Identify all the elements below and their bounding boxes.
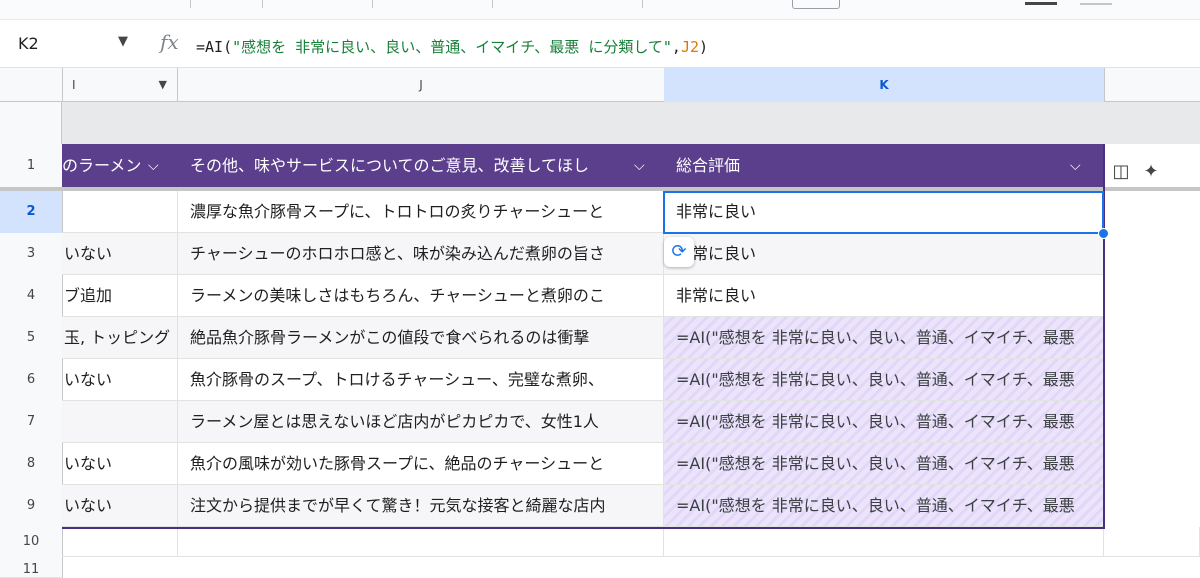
toolbar-divider (372, 0, 373, 8)
cell-k-row-6[interactable]: =AI("感想を 非常に良い、良い、普通、イマイチ、最悪 (664, 359, 1104, 401)
cell-k-row-4[interactable]: 非常に良い (664, 275, 1104, 317)
empty-cell[interactable] (664, 527, 1104, 557)
toolbar-divider (642, 0, 643, 8)
toolbar-strip (0, 0, 1200, 20)
cell-i-row-3[interactable]: いない (62, 233, 178, 275)
toolbar-divider (492, 0, 493, 8)
empty-cell[interactable] (1104, 527, 1200, 557)
chevron-down-icon[interactable]: ⌵ (1070, 144, 1081, 188)
row-number[interactable]: 1 (0, 144, 63, 189)
cell-j-row-7[interactable]: ラーメン屋とは思えないほど店内がピカピカで、女性1人 (178, 401, 664, 443)
fx-icon: fx (160, 30, 179, 54)
formula-suffix: ) (699, 38, 709, 56)
refresh-icon[interactable]: ⟳ (664, 237, 694, 267)
cell-j-row-2[interactable]: 濃厚な魚介豚骨スープに、トロトロの炙りチャーシューと (178, 191, 664, 233)
select-all-corner[interactable] (0, 68, 63, 102)
cell-k-row-7[interactable]: =AI("感想を 非常に良い、良い、普通、イマイチ、最悪 (664, 401, 1104, 443)
empty-cell[interactable] (178, 527, 664, 557)
column-header-i[interactable]: I ▼ (62, 68, 178, 102)
cell-i-row-7[interactable] (62, 401, 178, 443)
toolbar-divider (190, 0, 191, 8)
column-header-k[interactable]: K (664, 68, 1105, 102)
cell-k-row-9[interactable]: =AI("感想を 非常に良い、良い、普通、イマイチ、最悪 (664, 485, 1104, 527)
cell-j-row-4[interactable]: ラーメンの美味しさはもちろん、チャーシューと煮卵のこ (178, 275, 664, 317)
table-side-tools: ◫ ✦ (1106, 156, 1170, 188)
font-size-box[interactable] (792, 0, 840, 9)
row-number[interactable]: 9 (0, 485, 63, 528)
table-header-i[interactable]: のラーメン (62, 144, 148, 188)
row-number[interactable]: 2 (0, 191, 63, 234)
cell-k-row-3[interactable]: 非常に良い (664, 233, 1104, 275)
formula-prefix: =AI( (196, 38, 233, 56)
formula-ref: J2 (680, 38, 699, 56)
cell-j-row-9[interactable]: 注文から提供までが早くて驚き！元気な接客と綺麗な店内 (178, 485, 664, 527)
cell-j-row-6[interactable]: 魚介豚骨のスープ、トロけるチャーシュー、完璧な煮卵、 (178, 359, 664, 401)
chevron-down-icon[interactable]: ⌵ (634, 144, 645, 188)
row-number[interactable]: 6 (0, 359, 63, 402)
column-letter: I (72, 78, 76, 92)
cell-k-row-8[interactable]: =AI("感想を 非常に良い、良い、普通、イマイチ、最悪 (664, 443, 1104, 485)
name-box[interactable]: K2 (18, 34, 39, 53)
sparkle-icon[interactable]: ✦ (1136, 156, 1166, 188)
cell-j-row-3[interactable]: チャーシューのホロホロ感と、味が染み込んだ煮卵の旨さ (178, 233, 664, 275)
cell-i-row-8[interactable]: いない (62, 443, 178, 485)
empty-cell[interactable] (62, 527, 178, 557)
cell-k-row-5[interactable]: =AI("感想を 非常に良い、良い、普通、イマイチ、最悪 (664, 317, 1104, 359)
wrap-icon[interactable] (1080, 3, 1112, 5)
row-number[interactable]: 7 (0, 401, 63, 444)
cell-i-row-6[interactable]: いない (62, 359, 178, 401)
cell-j-row-5[interactable]: 絶品魚介豚骨ラーメンがこの値段で食べられるのは衝撃 (178, 317, 664, 359)
cell-i-row-2[interactable] (62, 191, 178, 233)
fill-handle[interactable] (1098, 228, 1109, 239)
row-number[interactable]: 5 (0, 317, 63, 360)
row-header-gap (0, 102, 62, 144)
chevron-down-icon[interactable]: ⌵ (148, 144, 159, 188)
formula-comma: , (671, 38, 681, 56)
row-number[interactable]: 3 (0, 233, 63, 276)
column-header-row: I ▼ J K (0, 68, 1200, 102)
row-number[interactable]: 4 (0, 275, 63, 318)
table-header-row: のラーメン ⌵ その他、味やサービスについてのご意見、改善してほし ⌵ 総合評価… (62, 144, 1104, 188)
frozen-area (62, 102, 1200, 144)
cell-j-row-8[interactable]: 魚介の風味が効いた豚骨スープに、絶品のチャーシューと (178, 443, 664, 485)
table-header-j[interactable]: その他、味やサービスについてのご意見、改善してほし (190, 144, 634, 188)
row-number[interactable]: 11 (0, 557, 63, 578)
formula-input[interactable]: =AI("感想を 非常に良い、良い、普通、イマイチ、最悪 に分類して",J2) (196, 36, 708, 57)
align-icon[interactable] (1025, 2, 1057, 5)
chevron-down-icon[interactable]: ▼ (159, 68, 167, 102)
cell-k-row-2[interactable]: 非常に良い (664, 191, 1104, 233)
table-header-k[interactable]: 総合評価 (676, 144, 976, 188)
cell-i-row-4[interactable]: ブ追加 (62, 275, 178, 317)
formula-string: "感想を 非常に良い、良い、普通、イマイチ、最悪 に分類して" (232, 38, 672, 56)
table-layout-icon[interactable]: ◫ (1106, 156, 1136, 188)
formula-bar: K2 ▼ fx =AI("感想を 非常に良い、良い、普通、イマイチ、最悪 に分類… (0, 20, 1200, 80)
row-number[interactable]: 10 (0, 527, 63, 558)
cell-i-row-9[interactable]: いない (62, 485, 178, 527)
cell-i-row-5[interactable]: 玉, トッピング (62, 317, 178, 359)
column-header-j[interactable]: J (178, 68, 665, 102)
chevron-down-icon[interactable]: ▼ (118, 34, 128, 49)
row-number[interactable]: 8 (0, 443, 63, 486)
toolbar-divider (262, 0, 263, 8)
